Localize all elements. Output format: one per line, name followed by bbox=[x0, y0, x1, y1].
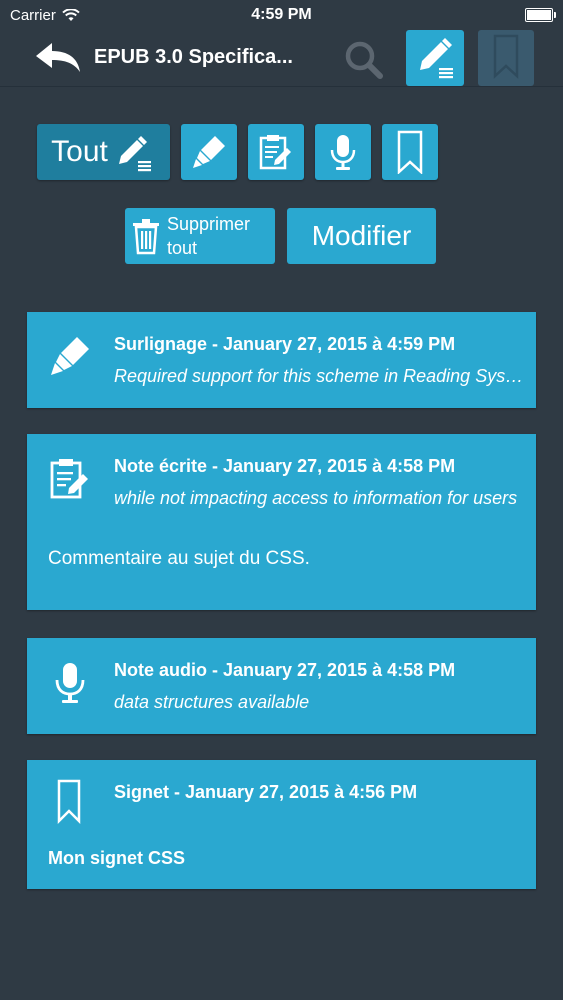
delete-all-line1: Supprimer bbox=[167, 214, 251, 234]
page-title: EPUB 3.0 Specifica... bbox=[94, 46, 293, 68]
status-right bbox=[525, 8, 556, 22]
annotation-excerpt: data structures available bbox=[114, 692, 310, 712]
search-icon bbox=[345, 41, 383, 79]
annotation-comment: Commentaire au sujet du CSS. bbox=[48, 548, 310, 569]
annotation-title: Signet - January 27, 2015 à 4:56 PM bbox=[114, 782, 418, 802]
filter-all-label: Tout bbox=[51, 135, 108, 168]
filter-all-button[interactable]: Tout bbox=[37, 124, 170, 180]
bookmark-icon bbox=[57, 779, 81, 824]
clipboard-note-icon bbox=[50, 459, 88, 499]
pencil-lines-icon bbox=[420, 38, 453, 79]
annotation-card[interactable]: Note audio - January 27, 2015 à 4:58 PM … bbox=[27, 638, 536, 734]
annotations-button[interactable] bbox=[406, 30, 464, 86]
annotation-excerpt: Required support for this scheme in Read… bbox=[114, 366, 524, 386]
search-button[interactable] bbox=[340, 38, 388, 80]
annotation-title: Note écrite - January 27, 2015 à 4:58 PM bbox=[114, 456, 456, 476]
annotation-card[interactable]: Surlignage - January 27, 2015 à 4:59 PM … bbox=[27, 312, 536, 408]
delete-all-button[interactable]: Supprimer tout bbox=[125, 208, 275, 264]
bookmark-toggle-button[interactable] bbox=[478, 30, 534, 86]
annotation-card[interactable]: Note écrite - January 27, 2015 à 4:58 PM… bbox=[27, 434, 536, 610]
delete-all-line2: tout bbox=[167, 238, 198, 258]
status-bar: Carrier 4:59 PM bbox=[0, 0, 563, 30]
trash-icon bbox=[133, 219, 159, 255]
highlighter-icon bbox=[193, 136, 225, 168]
status-time: 4:59 PM bbox=[251, 6, 312, 23]
bookmark-icon bbox=[493, 34, 519, 79]
annotation-title: Surlignage - January 27, 2015 à 4:59 PM bbox=[114, 334, 456, 354]
nav-bar: EPUB 3.0 Specifica... bbox=[0, 30, 563, 87]
highlighter-icon bbox=[51, 337, 89, 375]
back-button[interactable] bbox=[34, 40, 84, 76]
microphone-icon bbox=[55, 663, 85, 703]
microphone-icon bbox=[330, 135, 356, 170]
filter-text-note-button[interactable] bbox=[248, 124, 304, 180]
annotation-card[interactable]: Signet - January 27, 2015 à 4:56 PM Mon … bbox=[27, 760, 536, 889]
modify-label: Modifier bbox=[311, 220, 412, 251]
filter-bookmark-button[interactable] bbox=[382, 124, 438, 180]
delete-all-label: Supprimer tout bbox=[167, 212, 250, 260]
filter-highlight-button[interactable] bbox=[181, 124, 237, 180]
annotation-excerpt: while not impacting access to informatio… bbox=[114, 488, 518, 508]
back-arrow-icon bbox=[36, 43, 80, 72]
battery-icon bbox=[525, 8, 556, 22]
annotation-title: Note audio - January 27, 2015 à 4:58 PM bbox=[114, 660, 456, 680]
bookmark-icon bbox=[397, 130, 423, 174]
clipboard-note-icon bbox=[259, 135, 291, 170]
modify-button[interactable]: Modifier bbox=[287, 208, 436, 264]
filter-audio-note-button[interactable] bbox=[315, 124, 371, 180]
pencil-lines-icon bbox=[118, 136, 151, 172]
annotation-comment: Mon signet CSS bbox=[48, 848, 186, 868]
